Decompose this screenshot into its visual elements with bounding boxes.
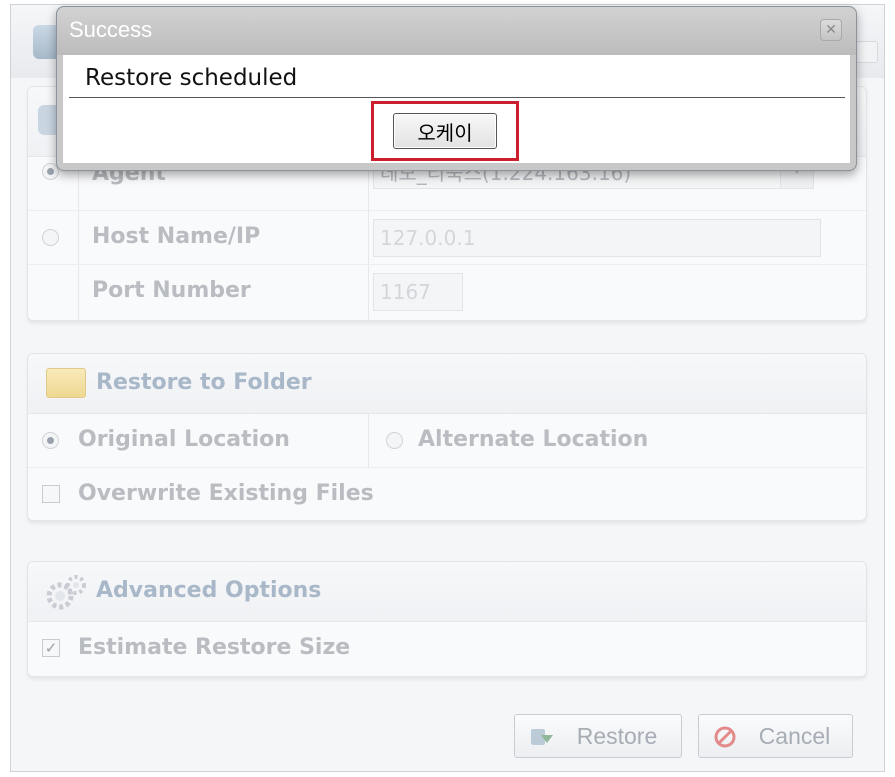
port-row: Port Number 1167 bbox=[28, 265, 866, 319]
success-dialog: Success ✕ Restore scheduled 오케이 bbox=[56, 6, 857, 171]
advanced-options-panel: Advanced Options ✓ Estimate Restore Size bbox=[27, 561, 867, 677]
alternate-location-label[interactable]: Alternate Location bbox=[418, 427, 648, 452]
overwrite-row: Overwrite Existing Files bbox=[28, 468, 866, 522]
dialog-body: Restore scheduled 오케이 bbox=[63, 55, 850, 163]
host-label: Host Name/IP bbox=[92, 224, 261, 249]
original-location-radio[interactable] bbox=[42, 432, 59, 449]
window-close-button[interactable] bbox=[856, 41, 878, 63]
dialog-close-icon[interactable]: ✕ bbox=[820, 19, 842, 41]
cancel-icon bbox=[714, 726, 736, 748]
port-label: Port Number bbox=[92, 278, 251, 303]
host-radio[interactable] bbox=[42, 229, 59, 246]
estimate-label[interactable]: Estimate Restore Size bbox=[78, 635, 350, 660]
host-row: Host Name/IP 127.0.0.1 bbox=[28, 211, 866, 265]
restore-icon bbox=[531, 729, 553, 745]
location-row: Original Location Alternate Location bbox=[28, 414, 866, 468]
dialog-message: Restore scheduled bbox=[85, 65, 298, 91]
host-input[interactable]: 127.0.0.1 bbox=[373, 219, 821, 257]
gear-icon bbox=[46, 575, 86, 610]
cancel-button-label: Cancel bbox=[758, 723, 831, 749]
estimate-checkbox[interactable]: ✓ bbox=[42, 639, 60, 657]
overwrite-checkbox[interactable] bbox=[42, 485, 60, 503]
restore-to-folder-panel: Restore to Folder Original Location Alte… bbox=[27, 353, 867, 521]
restore-to-folder-title: Restore to Folder bbox=[96, 370, 312, 395]
advanced-options-header: Advanced Options bbox=[28, 562, 866, 622]
restore-button[interactable]: Restore bbox=[514, 714, 682, 758]
dialog-titlebar: Success ✕ bbox=[57, 7, 856, 55]
restore-button-label: Restore bbox=[576, 723, 658, 749]
cancel-button[interactable]: Cancel bbox=[698, 714, 853, 758]
advanced-options-title: Advanced Options bbox=[96, 578, 322, 603]
restore-to-folder-header: Restore to Folder bbox=[28, 354, 866, 414]
original-location-label[interactable]: Original Location bbox=[78, 427, 290, 452]
column-divider bbox=[368, 414, 369, 467]
dialog-divider bbox=[69, 97, 845, 98]
overwrite-label[interactable]: Overwrite Existing Files bbox=[78, 481, 374, 506]
alternate-location-radio[interactable] bbox=[386, 432, 403, 449]
port-input[interactable]: 1167 bbox=[373, 273, 463, 311]
folder-icon bbox=[46, 368, 86, 398]
estimate-row: ✓ Estimate Restore Size bbox=[28, 622, 866, 676]
ok-button[interactable]: 오케이 bbox=[393, 113, 497, 149]
dialog-title: Success bbox=[69, 17, 153, 42]
